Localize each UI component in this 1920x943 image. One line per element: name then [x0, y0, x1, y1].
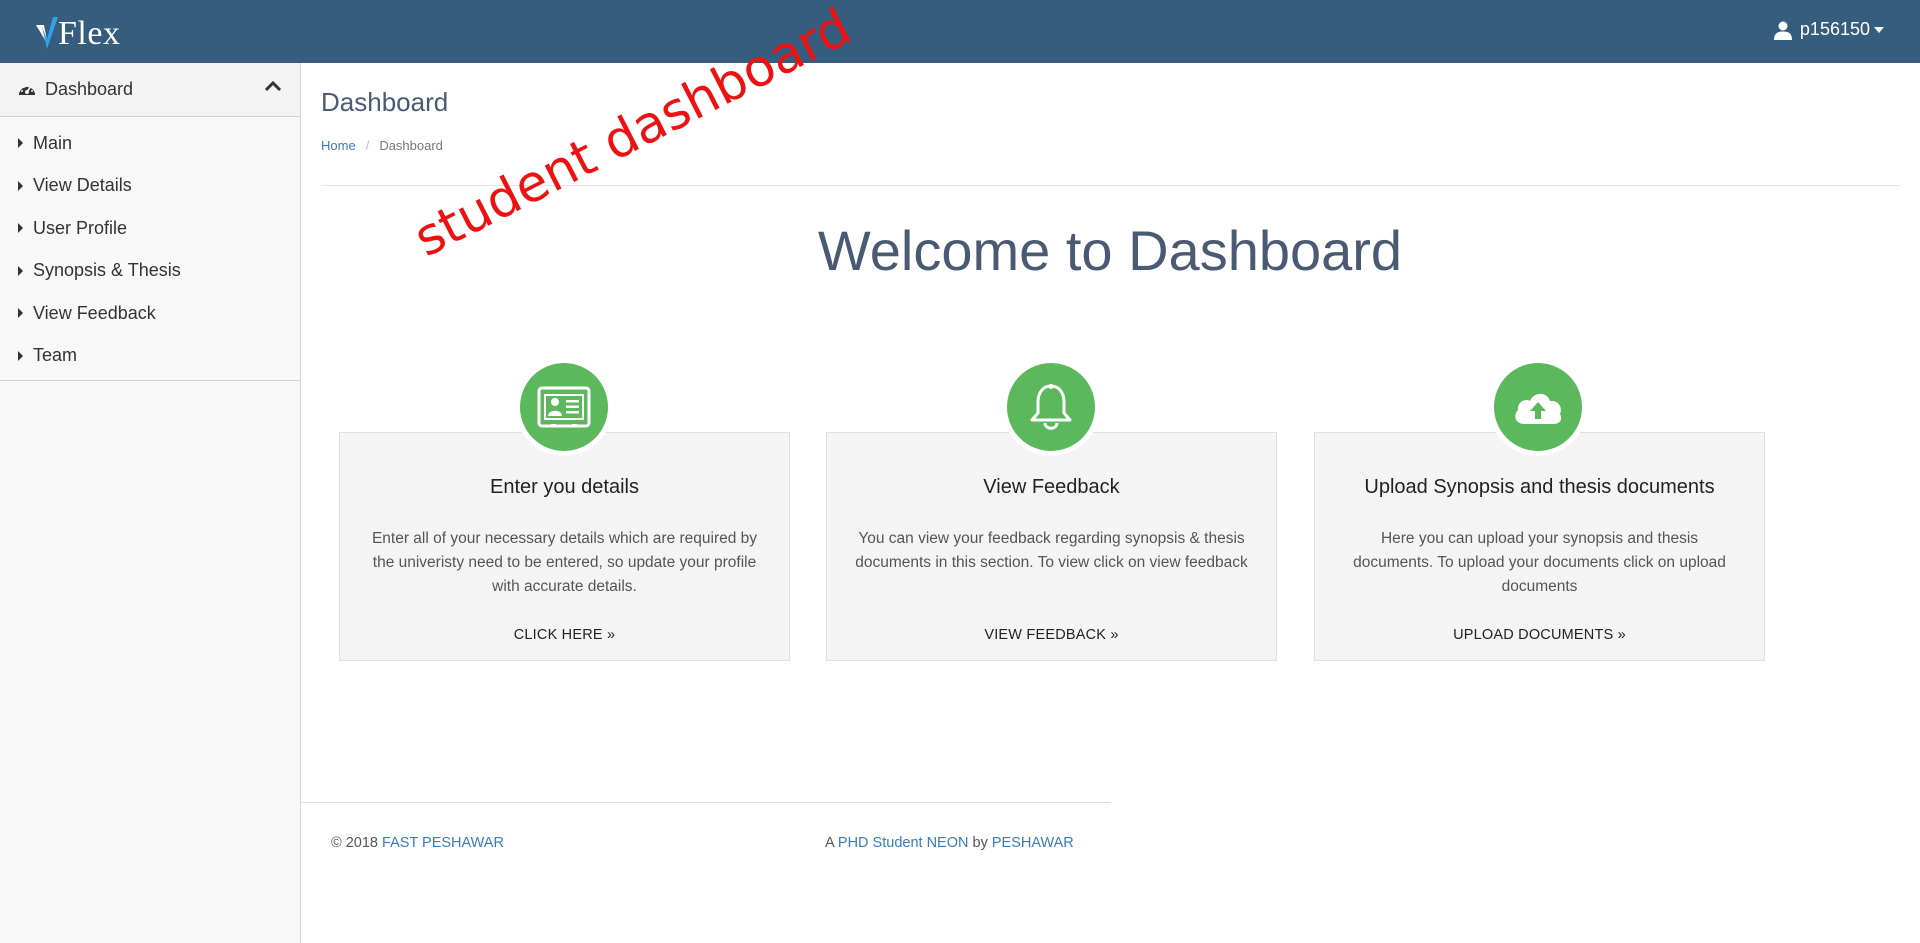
upload-documents-link[interactable]: UPLOAD DOCUMENTS » — [1315, 627, 1764, 643]
page-title: Dashboard — [321, 87, 449, 117]
credit-prefix: A — [825, 835, 834, 851]
card-upload-documents: Upload Synopsis and thesis documents Her… — [1314, 432, 1765, 661]
breadcrumb-home-link[interactable]: Home — [321, 138, 356, 153]
brand-logo[interactable]: Flex — [34, 14, 120, 54]
phd-student-neon-link[interactable]: PHD Student NEON — [838, 835, 969, 851]
sidebar-item-label: Synopsis & Thesis — [33, 260, 181, 281]
user-icon — [1773, 21, 1792, 40]
sidebar-item-label: Team — [33, 345, 78, 366]
welcome-heading: Welcome to Dashboard — [817, 219, 1403, 282]
sidebar-item-view-feedback[interactable]: View Feedback — [0, 292, 300, 335]
caret-right-icon — [18, 265, 23, 276]
caret-right-icon — [18, 350, 23, 361]
sidebar-section-label: Dashboard — [45, 79, 134, 99]
chevron-down-icon — [1874, 26, 1884, 33]
sidebar-item-view-details[interactable]: View Details — [0, 165, 300, 208]
chevron-up-icon[interactable] — [264, 79, 282, 93]
click-here-link[interactable]: CLICK HERE » — [340, 627, 789, 643]
card-description: You can view your feedback regarding syn… — [855, 530, 1248, 571]
sidebar-item-label: View Feedback — [33, 302, 156, 323]
breadcrumb-current: Dashboard — [379, 138, 443, 153]
footer-divider — [301, 802, 1111, 803]
user-menu-dropdown[interactable]: p156150 — [1773, 19, 1884, 40]
caret-right-icon — [18, 180, 23, 191]
view-feedback-link[interactable]: VIEW FEEDBACK » — [827, 627, 1276, 643]
brand-name: Flex — [58, 15, 121, 52]
dashboard-gauge-icon — [19, 84, 35, 95]
fast-peshawar-link[interactable]: FAST PESHAWAR — [382, 835, 504, 851]
card-enter-details: Enter you details Enter all of your nece… — [339, 432, 790, 661]
sidebar-menu: Main View Details User Profile Synopsis … — [0, 117, 300, 381]
card-title: View Feedback — [983, 476, 1120, 498]
card-icon-circle — [1489, 358, 1587, 456]
caret-right-icon — [18, 223, 23, 234]
top-navbar: Flex p156150 — [0, 0, 1920, 63]
username-label: p156150 — [1799, 19, 1870, 39]
sidebar-item-label: Main — [33, 132, 73, 153]
logo-mark-icon — [36, 17, 58, 49]
breadcrumb: Home / Dashboard — [321, 138, 443, 153]
footer-copyright: © 2018 FAST PESHAWAR — [331, 835, 504, 851]
breadcrumb-separator: / — [365, 138, 370, 153]
cloud-upload-icon — [1515, 393, 1562, 424]
footer-credit: A PHD Student NEON by PESHAWAR — [825, 835, 1074, 851]
credit-by: by — [972, 835, 988, 851]
sidebar-item-main[interactable]: Main — [0, 122, 300, 165]
card-icon-circle — [515, 358, 613, 456]
card-description: Here you can upload your synopsis and th… — [1353, 530, 1726, 595]
card-title: Upload Synopsis and thesis documents — [1364, 476, 1715, 498]
peshawar-link[interactable]: PESHAWAR — [992, 835, 1074, 851]
sidebar-item-user-profile[interactable]: User Profile — [0, 207, 300, 250]
caret-right-icon — [18, 308, 23, 319]
card-title: Enter you details — [490, 476, 639, 498]
card-description: Enter all of your necessary details whic… — [371, 530, 758, 595]
copyright-text: © 2018 — [331, 835, 378, 851]
sidebar-section-dashboard[interactable]: Dashboard — [0, 63, 300, 117]
sidebar-item-team[interactable]: Team — [0, 335, 300, 378]
card-view-feedback: View Feedback You can view your feedback… — [826, 432, 1277, 661]
id-card-icon — [537, 386, 591, 428]
card-icon-circle — [1002, 358, 1100, 456]
sidebar-item-label: View Details — [33, 175, 132, 196]
bell-icon — [1030, 384, 1072, 430]
caret-right-icon — [18, 138, 23, 149]
sidebar-item-synopsis-thesis[interactable]: Synopsis & Thesis — [0, 250, 300, 293]
sidebar: Dashboard Main View Details User Profile… — [0, 63, 301, 943]
sidebar-item-label: User Profile — [33, 217, 128, 238]
